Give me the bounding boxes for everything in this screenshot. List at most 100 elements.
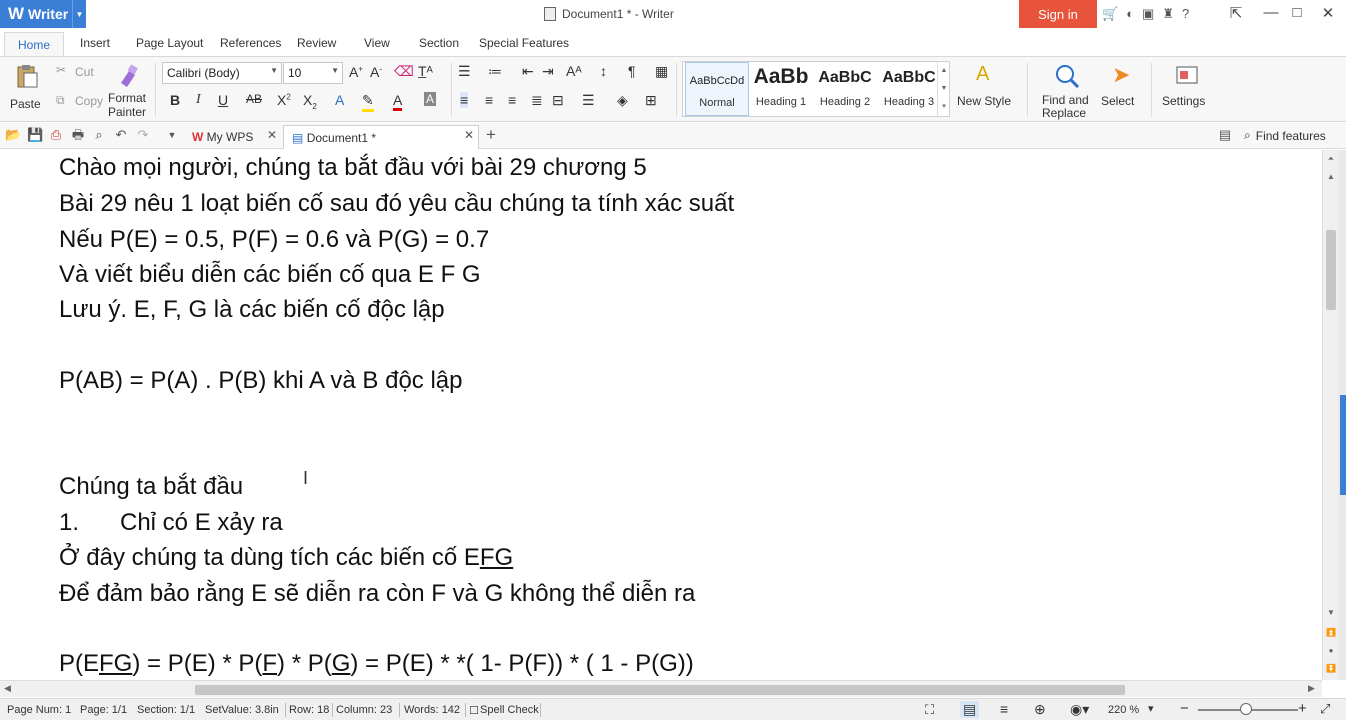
decrease-indent-icon[interactable]: ⇤ bbox=[522, 63, 534, 80]
tab-home[interactable]: Home bbox=[4, 32, 65, 56]
feedback-icon[interactable]: ▣ bbox=[1142, 6, 1154, 22]
tab-section[interactable]: Section bbox=[419, 36, 459, 50]
highlight-icon[interactable]: ✎ bbox=[362, 92, 374, 112]
font-color-icon[interactable]: A bbox=[393, 92, 403, 111]
tab-references[interactable]: References bbox=[220, 36, 281, 50]
scissors-icon[interactable]: ✂ bbox=[56, 63, 66, 77]
shirt-icon[interactable]: ♜ bbox=[1162, 6, 1174, 22]
text-style-icon[interactable]: A bbox=[335, 92, 344, 108]
status-words[interactable]: Words: 142 bbox=[404, 704, 460, 716]
show-marks-icon[interactable]: ¶ bbox=[628, 63, 636, 79]
font-size-select[interactable]: 10 ▼ bbox=[283, 62, 343, 84]
scroll-top-icon[interactable]: ⏶ bbox=[1323, 152, 1339, 166]
vertical-scrollbar[interactable]: ⏶ ▲ ▼ ⏫ ● ⏬ bbox=[1322, 150, 1338, 680]
zoom-out-icon[interactable]: − bbox=[1180, 700, 1189, 717]
web-view-icon[interactable]: ⊕ bbox=[1034, 701, 1046, 718]
zoom-value[interactable]: 220 % bbox=[1108, 704, 1139, 716]
shading-icon[interactable]: ◈ bbox=[617, 92, 628, 109]
spell-check-checkbox-icon[interactable]: ☐ bbox=[469, 704, 479, 717]
subscript-icon[interactable]: X2 bbox=[303, 92, 317, 111]
justify-icon[interactable]: ≣ bbox=[531, 92, 543, 109]
customize-qat-icon[interactable]: ▼ bbox=[165, 128, 179, 142]
table-icon[interactable]: ▦ bbox=[655, 63, 668, 80]
gallery-scroll[interactable]: ▲ ▼ ▾ bbox=[937, 62, 950, 116]
find-replace-button[interactable]: Find and Replace bbox=[1040, 61, 1094, 120]
undo-icon[interactable]: ↶ bbox=[114, 128, 128, 142]
minimize-button[interactable]: — bbox=[1260, 4, 1282, 21]
sort-icon[interactable]: ↕ bbox=[600, 63, 607, 79]
side-panel-tab[interactable] bbox=[1340, 395, 1346, 495]
italic-icon[interactable]: I bbox=[196, 92, 201, 108]
tab-view[interactable]: View bbox=[364, 36, 390, 50]
save-icon[interactable]: 💾 bbox=[27, 128, 43, 142]
outline-view-icon[interactable]: ≡ bbox=[1000, 701, 1008, 717]
select-button[interactable]: ➤ Select bbox=[1100, 61, 1144, 117]
page-view-icon[interactable]: ▤ bbox=[960, 701, 980, 718]
vertical-scroll-thumb[interactable] bbox=[1326, 230, 1336, 310]
scroll-up-icon[interactable]: ▲ bbox=[1323, 170, 1339, 184]
style-heading-3[interactable]: AaBbC Heading 3 bbox=[877, 62, 941, 116]
change-case-icon[interactable]: Aᴬ bbox=[566, 63, 582, 79]
underline-icon[interactable]: U bbox=[218, 92, 228, 108]
close-button[interactable]: ✕ bbox=[1317, 4, 1339, 22]
spell-check-label[interactable]: Spell Check bbox=[480, 704, 539, 716]
strikethrough-icon[interactable]: AB bbox=[246, 92, 262, 106]
panel-toggle-icon[interactable]: ▤ bbox=[1218, 128, 1232, 142]
scroll-right-icon[interactable]: ▶ bbox=[1308, 683, 1315, 694]
document-page[interactable]: Chào mọi người, chúng ta bắt đầu với bài… bbox=[0, 150, 1322, 680]
help-icon[interactable]: ? bbox=[1182, 6, 1189, 22]
horizontal-scrollbar[interactable]: ◀ ▶ bbox=[0, 680, 1322, 697]
skin-icon[interactable]: ◐ bbox=[1126, 6, 1134, 22]
cart-icon[interactable]: 🛒 bbox=[1102, 6, 1118, 22]
fit-page-icon[interactable]: ⤢ bbox=[1320, 701, 1330, 717]
bold-icon[interactable]: B bbox=[170, 92, 180, 108]
tab-review[interactable]: Review bbox=[297, 36, 336, 50]
next-page-icon[interactable]: ⏬ bbox=[1323, 662, 1339, 676]
char-shading-icon[interactable]: A bbox=[424, 92, 437, 106]
tab-document1[interactable]: ▤ Document1 * bbox=[283, 125, 479, 149]
sign-in-button[interactable]: Sign in bbox=[1019, 0, 1097, 28]
scroll-down-icon[interactable]: ▼ bbox=[1323, 606, 1339, 620]
browse-object-icon[interactable]: ● bbox=[1323, 644, 1339, 658]
numbering-icon[interactable]: ≔ bbox=[488, 63, 502, 80]
align-left-icon[interactable]: ≡ bbox=[460, 92, 469, 108]
copy-icon[interactable]: ⧉ bbox=[56, 93, 65, 108]
app-menu-button[interactable]: W Writer ▼ bbox=[0, 0, 86, 28]
tab-my-wps[interactable]: W My WPS bbox=[184, 125, 280, 149]
eye-protection-icon[interactable]: ◉▾ bbox=[1070, 701, 1089, 718]
settings-button[interactable]: Settings bbox=[1160, 61, 1218, 117]
superscript-icon[interactable]: X2 bbox=[277, 92, 291, 108]
fullscreen-icon[interactable]: ⛶ bbox=[925, 702, 934, 718]
clear-format-icon[interactable]: ⌫ bbox=[394, 63, 414, 80]
borders-icon[interactable]: ⊞ bbox=[645, 92, 657, 109]
tab-special-features[interactable]: Special Features bbox=[479, 36, 569, 50]
horizontal-scroll-thumb[interactable] bbox=[195, 685, 1125, 695]
style-heading-2[interactable]: AaBbC Heading 2 bbox=[813, 62, 877, 116]
format-painter-button[interactable]: Format Painter bbox=[106, 61, 152, 119]
print-preview-icon[interactable]: ⌕ bbox=[92, 128, 106, 142]
restore-ribbon-icon[interactable]: ⇱ bbox=[1225, 4, 1247, 22]
grow-font-icon[interactable]: A+ bbox=[349, 64, 363, 80]
find-features-search[interactable]: ⌕ Find features bbox=[1244, 128, 1326, 143]
cut-button[interactable]: Cut bbox=[75, 65, 94, 79]
paste-button[interactable]: Paste bbox=[8, 61, 48, 117]
distribute-icon[interactable]: ⊟ bbox=[552, 92, 564, 109]
close-icon[interactable]: ✕ bbox=[267, 128, 277, 142]
redo-icon[interactable]: ↷ bbox=[136, 128, 150, 142]
style-heading-1[interactable]: AaBb Heading 1 bbox=[749, 62, 813, 116]
style-normal[interactable]: AaBbCcDd Normal bbox=[685, 62, 749, 116]
bullets-icon[interactable]: ☰ bbox=[458, 63, 471, 80]
align-right-icon[interactable]: ≡ bbox=[508, 92, 516, 108]
new-tab-icon[interactable]: + bbox=[484, 126, 498, 143]
prev-page-icon[interactable]: ⏫ bbox=[1323, 626, 1339, 640]
copy-button[interactable]: Copy bbox=[75, 94, 103, 108]
tab-insert[interactable]: Insert bbox=[80, 36, 110, 50]
tab-page-layout[interactable]: Page Layout bbox=[136, 36, 203, 50]
font-name-select[interactable]: Calibri (Body) ▼ bbox=[162, 62, 282, 84]
zoom-in-icon[interactable]: + bbox=[1298, 700, 1307, 717]
export-pdf-icon[interactable]: ⎙ bbox=[49, 128, 63, 142]
scroll-left-icon[interactable]: ◀ bbox=[4, 683, 11, 694]
close-icon[interactable]: ✕ bbox=[464, 128, 474, 142]
chevron-down-icon[interactable]: ▼ bbox=[72, 0, 86, 28]
shrink-font-icon[interactable]: A- bbox=[370, 64, 382, 80]
